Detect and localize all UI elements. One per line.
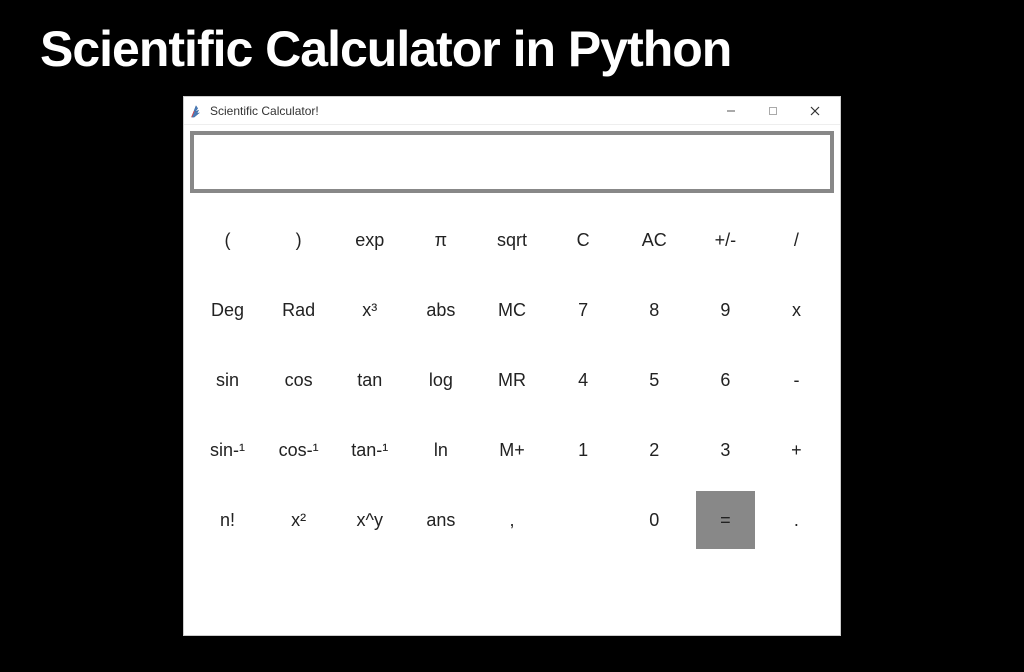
btn-3[interactable]: 3 [690, 415, 761, 485]
btn-cube[interactable]: x³ [334, 275, 405, 345]
maximize-button[interactable] [752, 99, 794, 123]
btn-ln[interactable]: ln [405, 415, 476, 485]
btn-sqrt[interactable]: sqrt [476, 205, 547, 275]
btn-negate[interactable]: +/- [690, 205, 761, 275]
btn-comma[interactable]: , [476, 485, 547, 555]
btn-8[interactable]: 8 [619, 275, 690, 345]
btn-mem-plus[interactable]: M+ [476, 415, 547, 485]
btn-tan[interactable]: tan [334, 345, 405, 415]
btn-decimal[interactable]: . [761, 485, 832, 555]
btn-log[interactable]: log [405, 345, 476, 415]
button-grid: ( ) exp π sqrt C AC +/- / Deg Rad x³ abs… [184, 199, 840, 635]
btn-4[interactable]: 4 [548, 345, 619, 415]
btn-acos[interactable]: cos-¹ [263, 415, 334, 485]
btn-atan[interactable]: tan-¹ [334, 415, 405, 485]
btn-2[interactable]: 2 [619, 415, 690, 485]
page-title: Scientific Calculator in Python [0, 0, 1024, 88]
titlebar: Scientific Calculator! [184, 97, 840, 125]
btn-all-clear[interactable]: AC [619, 205, 690, 275]
btn-1[interactable]: 1 [548, 415, 619, 485]
btn-5[interactable]: 5 [619, 345, 690, 415]
display-wrap [184, 125, 840, 199]
btn-abs[interactable]: abs [405, 275, 476, 345]
btn-divide[interactable]: / [761, 205, 832, 275]
btn-mem-clear[interactable]: MC [476, 275, 547, 345]
btn-6[interactable]: 6 [690, 345, 761, 415]
btn-sin[interactable]: sin [192, 345, 263, 415]
window-controls [710, 99, 836, 123]
close-button[interactable] [794, 99, 836, 123]
btn-7[interactable]: 7 [548, 275, 619, 345]
btn-open-paren[interactable]: ( [192, 205, 263, 275]
btn-equals[interactable]: = [696, 491, 755, 549]
btn-0[interactable]: 0 [619, 485, 690, 555]
btn-blank [548, 485, 619, 555]
btn-close-paren[interactable]: ) [263, 205, 334, 275]
btn-subtract[interactable]: - [761, 345, 832, 415]
btn-power[interactable]: x^y [334, 485, 405, 555]
minimize-button[interactable] [710, 99, 752, 123]
btn-mem-recall[interactable]: MR [476, 345, 547, 415]
display-input[interactable] [190, 131, 834, 193]
btn-pi[interactable]: π [405, 205, 476, 275]
btn-deg[interactable]: Deg [192, 275, 263, 345]
calculator-window: Scientific Calculator! ( ) exp π sqrt C … [183, 96, 841, 636]
btn-rad[interactable]: Rad [263, 275, 334, 345]
btn-cos[interactable]: cos [263, 345, 334, 415]
btn-exp[interactable]: exp [334, 205, 405, 275]
btn-multiply[interactable]: x [761, 275, 832, 345]
btn-square[interactable]: x² [263, 485, 334, 555]
btn-asin[interactable]: sin-¹ [192, 415, 263, 485]
btn-clear[interactable]: C [548, 205, 619, 275]
btn-add[interactable]: + [761, 415, 832, 485]
window-title: Scientific Calculator! [210, 104, 710, 118]
btn-ans[interactable]: ans [405, 485, 476, 555]
tkinter-feather-icon [188, 103, 204, 119]
btn-9[interactable]: 9 [690, 275, 761, 345]
btn-factorial[interactable]: n! [192, 485, 263, 555]
